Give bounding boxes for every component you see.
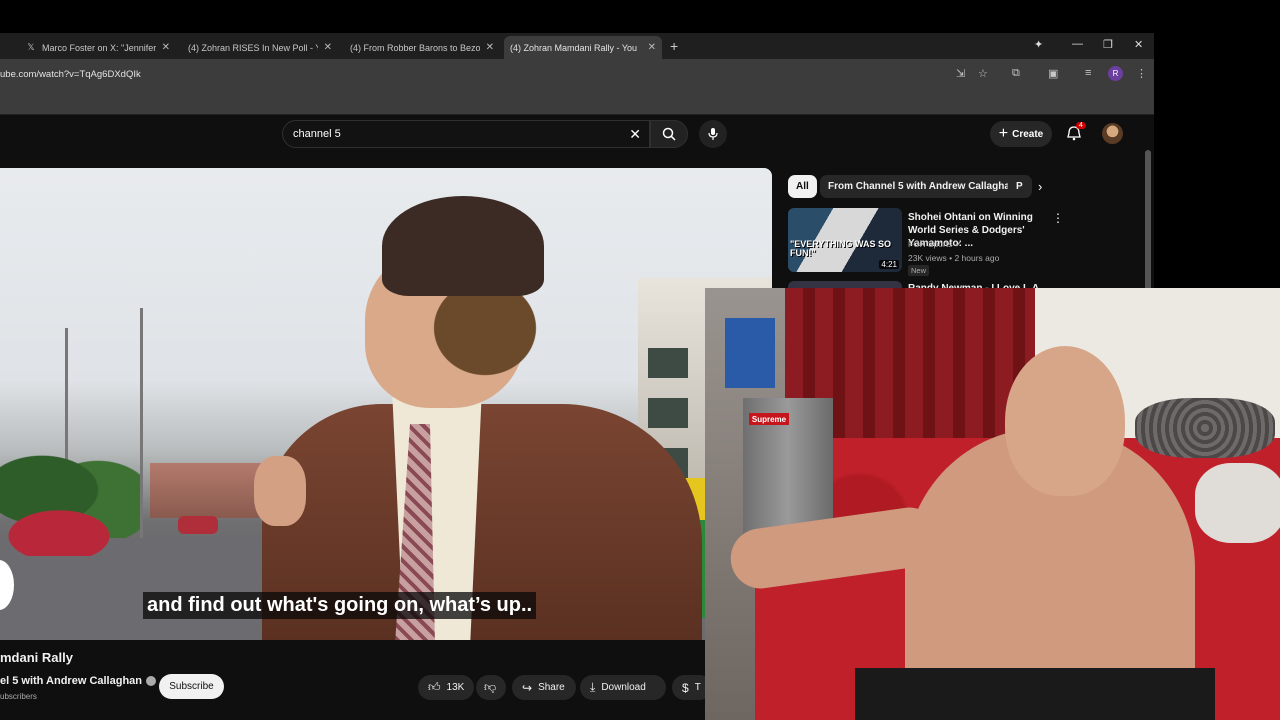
x-icon: 𝕏 — [27, 42, 35, 52]
video-title: mdani Rally — [0, 650, 73, 665]
video-duration: 4:21 — [879, 260, 899, 269]
minimize-button[interactable]: — — [1072, 38, 1083, 50]
share-button[interactable]: ↪ Share — [512, 675, 576, 700]
webcam-overlay: Supreme — [705, 288, 1280, 720]
tab-robber-barons[interactable]: (4) From Robber Barons to Bezo ✕ — [344, 36, 500, 59]
verified-icon: ✔ — [954, 239, 962, 249]
thumbs-up-icon: 👍︎ — [428, 680, 441, 694]
screen: 𝕏 Marco Foster on X: "Jennifer W ✕ (4) Z… — [0, 0, 1280, 720]
new-badge: New — [908, 265, 930, 276]
account-avatar[interactable] — [1102, 123, 1123, 144]
menu-icon[interactable]: ⋮ — [1136, 67, 1147, 80]
pillow — [1135, 398, 1275, 458]
tab-bar: 𝕏 Marco Foster on X: "Jennifer W ✕ (4) Z… — [0, 33, 1154, 59]
profile-avatar[interactable]: R — [1108, 66, 1123, 81]
share-icon: ↪ — [522, 680, 533, 695]
gemini-icon[interactable]: ✦ — [1034, 38, 1043, 51]
install-icon[interactable]: ⇲ — [956, 67, 965, 80]
close-icon[interactable]: ✕ — [162, 42, 170, 53]
search-box[interactable]: channel 5 ✕ — [282, 120, 650, 148]
bookmark-star-icon[interactable]: ☆ — [978, 67, 988, 80]
chip-from-channel[interactable]: From Channel 5 with Andrew Callaghan — [820, 175, 1024, 198]
thanks-icon: $ — [682, 680, 689, 695]
red-car — [178, 516, 218, 534]
chevron-right-icon[interactable]: › — [1038, 179, 1042, 194]
recommendation-meta: 23K views • 2 hours ago — [908, 253, 1000, 263]
dislike-button[interactable]: 👎︎ — [476, 675, 506, 700]
subscribe-button[interactable]: Subscribe — [159, 674, 224, 699]
new-tab-button[interactable]: + — [670, 38, 678, 54]
bookmarks-bar — [0, 89, 1154, 115]
download-button[interactable]: ⤓ Download — [580, 675, 666, 700]
search-button[interactable] — [650, 120, 688, 148]
chip-partial[interactable]: P — [1008, 175, 1032, 198]
tab-mamdani-rally[interactable]: (4) Zohran Mamdani Rally - You ✕ — [504, 36, 662, 59]
chip-all[interactable]: All — [788, 175, 817, 198]
thumbs-down-icon: 👎︎ — [484, 680, 497, 694]
video-caption: and find out what's going on, what’s up.… — [143, 592, 537, 619]
supreme-sticker: Supreme — [749, 413, 789, 425]
video-player[interactable]: and find out what's going on, what’s up.… — [0, 168, 772, 640]
person-hand — [254, 456, 306, 526]
plus-icon: + — [998, 125, 1009, 142]
more-options-icon[interactable]: ⋮ — [1052, 211, 1064, 225]
man-head — [1005, 346, 1125, 496]
search-input[interactable]: channel 5 — [293, 128, 341, 140]
street-pole — [140, 308, 143, 548]
notification-badge: 4 — [1076, 122, 1086, 129]
man-shorts — [855, 668, 1215, 720]
voice-search-button[interactable] — [699, 120, 727, 148]
person-beanie — [382, 196, 544, 296]
close-window-button[interactable]: ✕ — [1134, 38, 1143, 51]
download-icon: ⤓ — [590, 680, 596, 694]
close-icon[interactable]: ✕ — [324, 42, 332, 53]
restore-button[interactable]: ❐ — [1103, 38, 1113, 51]
verified-icon — [146, 676, 157, 687]
search-icon — [662, 127, 676, 141]
media-icon[interactable]: ≡ — [1085, 67, 1091, 79]
extensions-icon[interactable]: ⧉ — [1012, 67, 1020, 80]
subscriber-count: ubscribers — [0, 692, 37, 701]
url-field[interactable]: ube.com/watch?v=TqAg6DXdQIk — [0, 69, 141, 80]
like-button[interactable]: 👍︎ 13K — [418, 675, 474, 700]
tab-x-marco-foster[interactable]: 𝕏 Marco Foster on X: "Jennifer W ✕ — [20, 36, 176, 59]
tab-zohran-poll[interactable]: (4) Zohran RISES In New Poll - Y ✕ — [182, 36, 338, 59]
recommendation-channel[interactable]: FOX Sports ✔ — [908, 239, 962, 250]
close-icon[interactable]: ✕ — [648, 42, 656, 53]
close-icon[interactable]: ✕ — [486, 42, 494, 53]
pillow — [1195, 463, 1280, 543]
create-button[interactable]: + Create — [990, 121, 1052, 147]
clear-search-icon[interactable]: ✕ — [629, 126, 641, 143]
blue-box — [725, 318, 775, 388]
split-view-icon[interactable]: ▣ — [1048, 67, 1058, 80]
address-bar: ube.com/watch?v=TqAg6DXdQIk ⇲ ☆ ⧉ ▣ ≡ R … — [0, 59, 1154, 89]
channel-name[interactable]: el 5 with Andrew Callaghan — [0, 675, 157, 687]
video-thumbnail[interactable]: "EVERYTHING WAS SO FUN!" 4:21 — [788, 208, 902, 272]
red-car — [0, 506, 118, 556]
microphone-icon — [708, 128, 718, 140]
